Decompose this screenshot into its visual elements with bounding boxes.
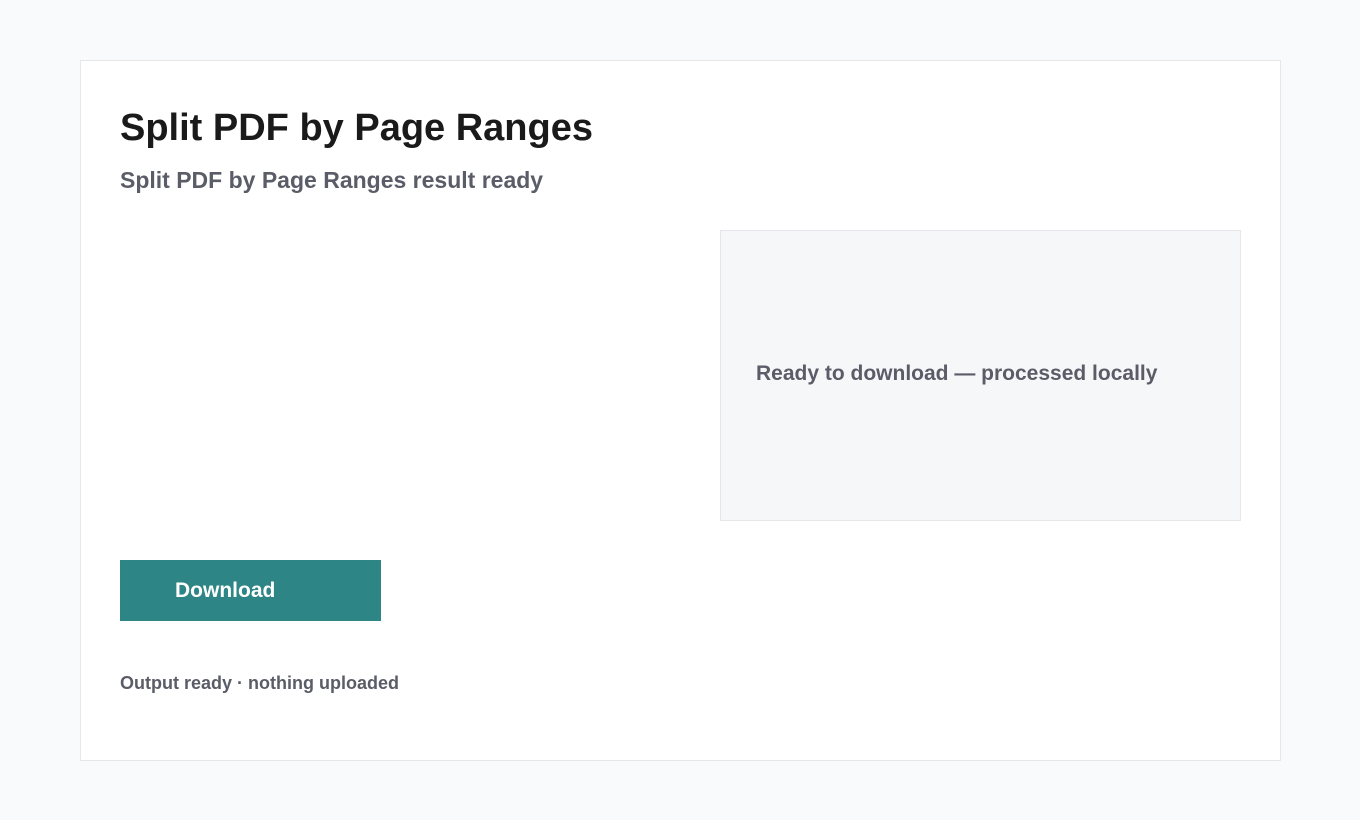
- result-card: Split PDF by Page Ranges Split PDF by Pa…: [80, 60, 1281, 761]
- status-panel: Ready to download — processed locally: [720, 230, 1241, 521]
- download-button[interactable]: Download: [120, 560, 381, 621]
- status-message: Ready to download — processed locally: [756, 362, 1158, 385]
- footer-status-note: Output ready · nothing uploaded: [120, 673, 399, 693]
- page-title: Split PDF by Page Ranges: [120, 107, 593, 149]
- page-subtitle: Split PDF by Page Ranges result ready: [120, 167, 544, 193]
